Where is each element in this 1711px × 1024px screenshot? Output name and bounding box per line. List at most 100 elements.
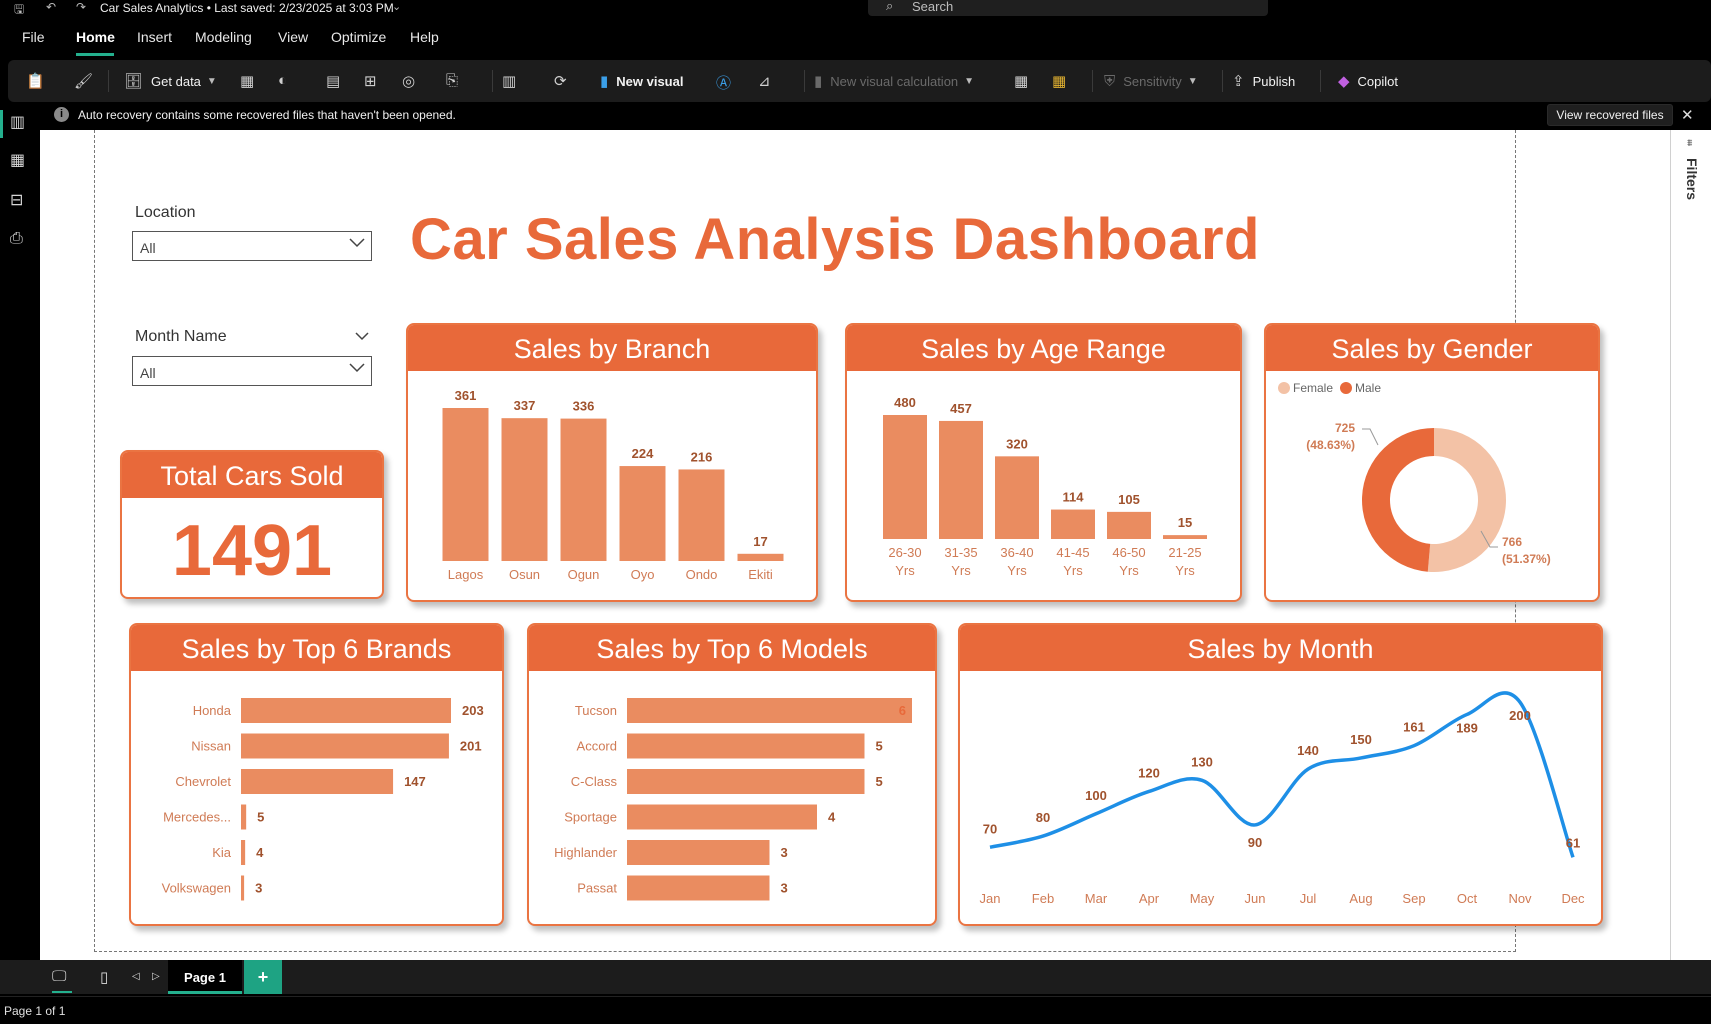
category-label: Yrs	[951, 563, 971, 578]
leader-line	[1362, 428, 1379, 446]
new-visual-calculation-button[interactable]: ▮ New visual calculation ▼	[814, 60, 974, 102]
category-label: Yrs	[1119, 563, 1139, 578]
category-label: Yrs	[895, 563, 915, 578]
chevron-down-icon: ▼	[1187, 75, 1198, 87]
category-label: 36-40	[1000, 545, 1033, 560]
menu-view[interactable]: View	[278, 29, 308, 45]
data-label: 6	[899, 703, 906, 718]
recent-sources-icon[interactable]: ⎘	[446, 72, 458, 89]
filters-pane[interactable]: ⩩ Filters	[1670, 130, 1711, 960]
shield-icon: ⛨	[1104, 72, 1116, 90]
next-page-icon[interactable]: ▷	[152, 971, 160, 982]
report-view-icon[interactable]: ▥	[10, 112, 25, 132]
search-input[interactable]: ⌕ Search	[868, 0, 1268, 16]
search-placeholder: Search	[912, 0, 954, 14]
category-label: Chevrolet	[175, 774, 231, 789]
sales-by-age-card[interactable]: Sales by Age Range 480 26-30 Yrs 457 31-35 Yr…	[845, 323, 1242, 602]
menu-help[interactable]: Help	[410, 29, 439, 45]
ribbon-divider	[1320, 70, 1321, 92]
chevron-down-icon[interactable]: ⌄	[392, 0, 401, 13]
ribbon-divider	[1222, 70, 1223, 92]
publish-button[interactable]: ⇪ Publish	[1232, 60, 1295, 102]
bar-chart-icon: ▮	[600, 73, 609, 90]
sales-by-gender-card[interactable]: Sales by Gender Female Male 766 (51.37%) 725…	[1264, 323, 1600, 602]
enter-data-icon[interactable]: ⊞	[364, 72, 377, 90]
format-painter-icon[interactable]: 🖌	[74, 72, 93, 90]
total-cars-sold-card[interactable]: Total Cars Sold 1491	[120, 450, 384, 599]
sql-icon[interactable]: ▤	[326, 72, 340, 90]
sales-by-models-card[interactable]: Sales by Top 6 Models Tucson 6 Accord 5 C-Cl…	[527, 623, 937, 926]
model-view-icon[interactable]: ⊟	[10, 190, 23, 210]
data-label: 105	[1118, 492, 1140, 507]
series-line	[989, 691, 1575, 858]
sales-by-age-chart: 480 26-30 Yrs 457 31-35 Yrs 320 36-40 Yrs 114 41-4…	[883, 395, 1207, 578]
data-label: 320	[1006, 436, 1028, 451]
bar	[241, 769, 394, 794]
active-menu-indicator	[76, 53, 114, 56]
new-measure-icon[interactable]: ▦	[1014, 72, 1028, 90]
month-slicer[interactable]: All	[132, 356, 372, 386]
desktop-layout-icon[interactable]: 🖵	[52, 968, 66, 985]
dashboard-title: Car Sales Analysis Dashboard	[410, 207, 1260, 272]
undo-icon[interactable]: ↶	[46, 0, 56, 14]
status-bar: Page 1 of 1	[0, 996, 1711, 1024]
bar	[627, 875, 770, 901]
prev-page-icon[interactable]: ◁	[132, 971, 140, 982]
data-label: 216	[691, 449, 713, 464]
data-label: 725	[1335, 421, 1355, 435]
chevron-down-icon	[349, 238, 365, 248]
onelake-icon[interactable]: ◐	[278, 72, 287, 89]
excel-icon[interactable]: ▦	[240, 72, 254, 90]
sensitivity-button[interactable]: ⛨ Sensitivity ▼	[1104, 60, 1198, 102]
ribbon-divider	[1092, 70, 1093, 92]
data-label: 3	[781, 881, 788, 896]
sales-by-brands-card[interactable]: Sales by Top 6 Brands Honda 203 Nissan 201 C…	[129, 623, 504, 926]
category-label: Ondo	[686, 567, 718, 582]
menu-home[interactable]: Home	[76, 29, 115, 45]
menu-file[interactable]: File	[22, 29, 45, 45]
x-tick-label: Jul	[1300, 891, 1317, 906]
sales-by-month-card[interactable]: Sales by Month 70 Jan 80 Feb 100 Mar 120 Apr 130…	[958, 623, 1603, 926]
x-tick-label: Sep	[1402, 891, 1425, 906]
legend-marker	[1278, 382, 1290, 394]
add-page-button[interactable]: +	[244, 960, 282, 994]
location-slicer[interactable]: All	[132, 231, 372, 261]
more-visuals-icon[interactable]: ⊿	[758, 72, 771, 90]
mobile-layout-icon[interactable]: ▯	[100, 968, 108, 986]
menu-insert[interactable]: Insert	[137, 29, 172, 45]
legend-label: Male	[1355, 381, 1381, 395]
category-label: Highlander	[554, 845, 618, 860]
transform-data-icon[interactable]: ▥	[502, 72, 516, 90]
text-box-icon[interactable]: Ⓐ	[716, 72, 731, 93]
dax-query-view-icon[interactable]: ⎙	[10, 230, 23, 248]
close-icon[interactable]: ✕	[1681, 106, 1694, 124]
category-label: 46-50	[1112, 545, 1145, 560]
sales-by-gender-chart: Female Male 766 (51.37%) 725 (48.63%)	[1278, 381, 1551, 572]
bar	[241, 804, 247, 830]
bar	[627, 733, 865, 759]
copilot-button[interactable]: ◆ Copilot	[1338, 60, 1398, 102]
view-recovered-files-button[interactable]: View recovered files	[1547, 104, 1673, 126]
donut-slice	[1427, 428, 1506, 572]
data-label: 203	[462, 703, 484, 718]
dataverse-icon[interactable]: ◎	[402, 72, 415, 90]
new-visual-button[interactable]: ▮ New visual	[600, 60, 683, 102]
x-tick-label: Nov	[1508, 891, 1532, 906]
sales-by-branch-card[interactable]: Sales by Branch 361 Lagos 337 Osun 336 Ogun 22…	[406, 323, 818, 602]
menu-modeling[interactable]: Modeling	[195, 29, 252, 45]
donut-slice	[1362, 428, 1434, 572]
save-icon[interactable]: 🖫	[14, 0, 24, 21]
category-label: Tucson	[575, 703, 617, 718]
quick-measure-icon[interactable]: ▦	[1052, 72, 1066, 90]
get-data-button[interactable]: 🗄 Get data ▼	[124, 60, 217, 102]
page-tab[interactable]: Page 1	[168, 960, 242, 994]
table-view-icon[interactable]: ▦	[10, 150, 25, 170]
redo-icon[interactable]: ↷	[76, 0, 86, 14]
refresh-icon[interactable]: ⟳	[554, 72, 567, 90]
paste-icon[interactable]: 📋	[26, 72, 45, 90]
category-label: 31-35	[944, 545, 977, 560]
chevron-down-icon[interactable]	[354, 330, 370, 342]
data-label: 766	[1502, 535, 1522, 549]
page-status: Page 1 of 1	[4, 1004, 66, 1018]
menu-optimize[interactable]: Optimize	[331, 29, 386, 45]
